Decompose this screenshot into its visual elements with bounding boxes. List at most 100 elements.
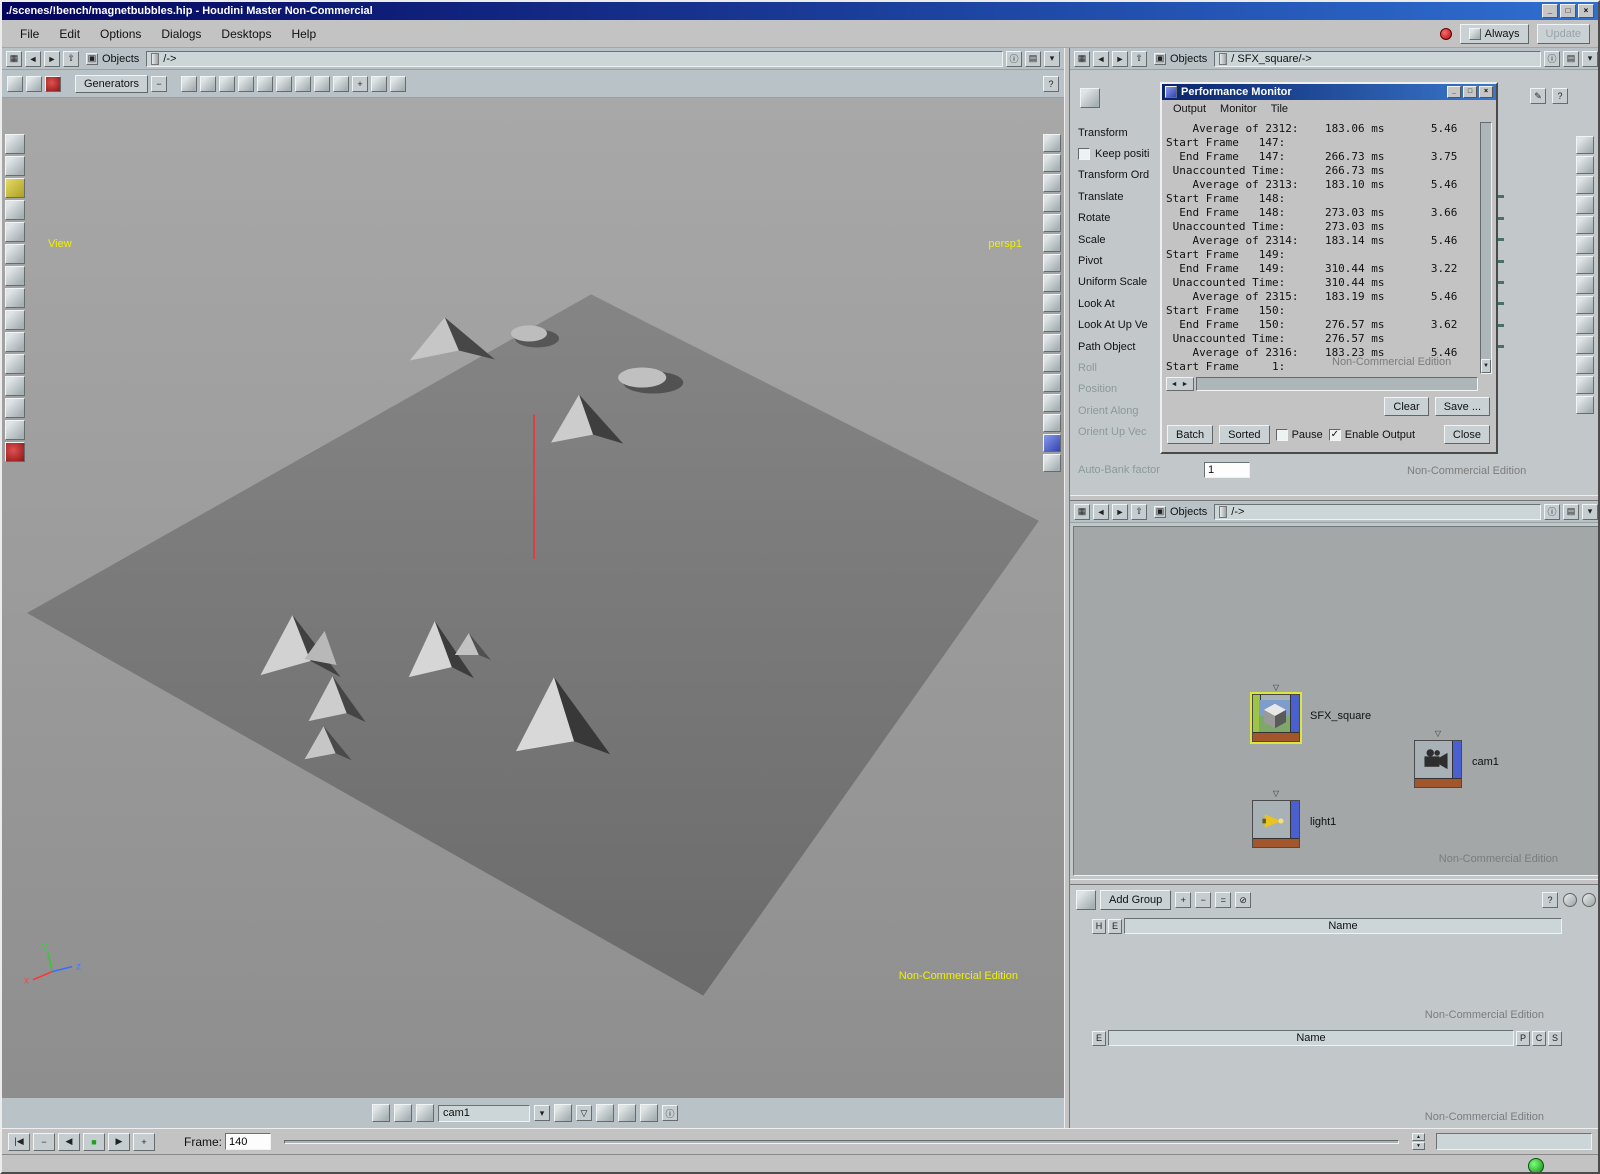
param-tab-icon-7[interactable] [1576,256,1594,274]
pose-tool-icon[interactable] [5,266,25,286]
frame-slider[interactable] [284,1140,1399,1144]
up-level-icon[interactable]: ⇧ [1131,504,1147,520]
context-label[interactable]: Objects [1170,506,1207,518]
remove-icon[interactable]: − [1195,892,1211,908]
exclude-icon[interactable]: ⊘ [1235,892,1251,908]
spin-up-icon[interactable]: ▲ [1412,1133,1425,1141]
shelf-collapse-icon[interactable]: − [151,76,167,92]
delete-tool-icon[interactable] [5,442,25,462]
auto-bank-field[interactable]: 1 [1204,462,1250,478]
scroll-thumb[interactable]: ▼ [1481,359,1491,373]
menu-dialogs[interactable]: Dialogs [151,22,211,46]
probe-icon[interactable] [333,76,349,92]
playbar-range-field[interactable] [1436,1133,1592,1150]
secure-selection-icon[interactable] [26,76,42,92]
performance-monitor-title-bar[interactable]: Performance Monitor _ □ × [1162,84,1496,100]
panel-icon[interactable]: ▤ [1563,51,1579,67]
display-option-active-icon[interactable] [1043,434,1061,452]
param-tab-icon-1[interactable] [1576,136,1594,154]
add-icon[interactable]: + [352,76,368,92]
pin-icon[interactable]: ▾ [1582,504,1598,520]
up-level-icon[interactable]: ⇧ [1131,51,1147,67]
close-button[interactable]: × [1578,4,1594,18]
param-tab-icon-9[interactable] [1576,296,1594,314]
display-option-icon-6[interactable] [1043,234,1061,252]
panel-icon[interactable]: ▤ [1025,51,1041,67]
camera-select[interactable]: cam1 [438,1105,530,1122]
maximize-button[interactable]: □ [1463,86,1477,98]
close-button[interactable]: Close [1444,425,1490,444]
display-option-icon-4[interactable] [1043,194,1061,212]
add-icon[interactable]: + [1175,892,1191,908]
groups-option-icon-1[interactable] [1563,893,1577,907]
node-cam1[interactable]: ▽ cam1 [1414,728,1574,788]
group-list-icon[interactable] [1076,890,1096,910]
display-option-icon-13[interactable] [1043,374,1061,392]
display-option-icon-9[interactable] [1043,294,1061,312]
back-icon[interactable]: ◄ [1093,51,1109,67]
panel-icon[interactable]: ▤ [1563,504,1579,520]
edit-column-button[interactable]: E [1108,919,1122,934]
info-icon[interactable]: ⓘ [1006,51,1022,67]
edit-column-button[interactable]: E [1092,1031,1106,1046]
edit-icon[interactable] [219,76,235,92]
stop-icon[interactable]: ■ [83,1133,105,1151]
render-flag-bar[interactable] [1253,732,1299,741]
pin-icon[interactable]: ▾ [1582,51,1598,67]
display-flag-icon[interactable]: ▽ [1252,682,1300,694]
close-button[interactable]: × [1479,86,1493,98]
active-tool-icon[interactable] [5,178,25,198]
geometry-icon[interactable] [295,76,311,92]
param-tab-icon-5[interactable] [1576,216,1594,234]
display-option-icon-15[interactable] [1043,414,1061,432]
step-forward-icon[interactable]: + [133,1133,155,1151]
forward-icon[interactable]: ► [44,51,60,67]
info-icon[interactable]: ⓘ [1544,504,1560,520]
menu-options[interactable]: Options [90,22,151,46]
menu-desktops[interactable]: Desktops [211,22,281,46]
display-option-icon-11[interactable] [1043,334,1061,352]
path-menu-button[interactable] [151,53,159,65]
edit-parameters-icon[interactable]: ✎ [1530,88,1546,104]
display-option-icon-7[interactable] [1043,254,1061,272]
groups-help-icon[interactable]: ? [1542,892,1558,908]
mirror-tool-icon[interactable] [5,398,25,418]
display-flag-bar[interactable] [1290,801,1299,838]
param-tab-icon-6[interactable] [1576,236,1594,254]
viewport-canvas[interactable]: x y z [2,98,1064,1098]
view-tool-icon[interactable] [5,134,25,154]
subdivision-column-button[interactable]: S [1548,1031,1562,1046]
title-bar[interactable]: ./scenes/!bench/magnetbubbles.hip - Houd… [2,2,1598,20]
context-label[interactable]: Objects [1170,53,1207,65]
magnet-icon[interactable] [276,76,292,92]
home-view-icon[interactable] [394,1104,412,1122]
horizontal-scrollbar[interactable]: ◄ ► [1166,377,1478,391]
display-option-icon-2[interactable] [1043,154,1061,172]
point-column-button[interactable]: P [1516,1031,1530,1046]
minimize-button[interactable]: _ [1542,4,1558,18]
audio-icon[interactable] [371,76,387,92]
scroll-track[interactable] [1196,377,1478,391]
help-icon[interactable]: ? [1043,76,1059,92]
step-back-icon[interactable]: − [33,1133,55,1151]
viewport-3d[interactable]: x y z [2,98,1064,1098]
translate-tool-icon[interactable] [5,200,25,220]
param-tab-icon-8[interactable] [1576,276,1594,294]
frame-view-icon[interactable] [416,1104,434,1122]
back-icon[interactable]: ◄ [25,51,41,67]
path-field[interactable]: /-> [146,51,1003,67]
viewport-layout-icon[interactable] [372,1104,390,1122]
skip-to-start-icon[interactable]: |◀ [8,1133,30,1151]
path-field[interactable]: / SFX_square/-> [1214,51,1541,67]
primitive-column-button[interactable]: C [1532,1031,1546,1046]
scale-tool-icon[interactable] [5,244,25,264]
shade-mode-icon[interactable] [596,1104,614,1122]
name-column-header[interactable]: Name [1108,1030,1514,1046]
viewport-info-icon[interactable]: ⓘ [662,1105,678,1121]
layers-icon[interactable] [257,76,273,92]
update-mode-update-button[interactable]: Update [1537,24,1590,44]
clear-button[interactable]: Clear [1384,397,1428,416]
name-column-header[interactable]: Name [1124,918,1562,934]
pane-type-icon[interactable]: ▦ [1074,504,1090,520]
path-menu-button[interactable] [1219,53,1227,65]
